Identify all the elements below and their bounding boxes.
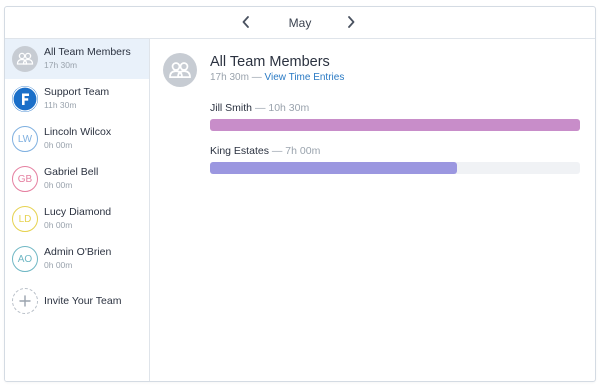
page-title: All Team Members [210, 54, 330, 70]
separator: — [251, 72, 262, 83]
avatar-initials: AO [12, 246, 38, 272]
month-navigator: May [5, 7, 595, 39]
sidebar-item-support-team[interactable]: Support Team 11h 30m [5, 79, 149, 119]
entry-label: King Estates — 7h 00m [210, 145, 580, 157]
team-sidebar: All Team Members 17h 30m Support Team 11… [5, 39, 150, 381]
chevron-left-icon[interactable] [237, 13, 255, 31]
team-detail-panel: All Team Members 17h 30m — View Time Ent… [150, 39, 595, 381]
progress-track [210, 119, 580, 131]
invite-team-button[interactable]: Invite Your Team [5, 279, 149, 323]
member-time: 0h 00m [44, 260, 73, 270]
view-time-entries-link[interactable]: View Time Entries [264, 72, 344, 83]
total-time: 17h 30m [210, 72, 249, 83]
invite-label: Invite Your Team [44, 295, 122, 307]
team-summary: 17h 30m — View Time Entries [210, 72, 344, 83]
chevron-right-icon[interactable] [342, 13, 360, 31]
member-name: Gabriel Bell [44, 166, 99, 178]
progress-track [210, 162, 580, 174]
member-name: All Team Members [44, 46, 131, 58]
sidebar-item-all-team-members[interactable]: All Team Members 17h 30m [5, 39, 149, 79]
member-time: 17h 30m [44, 60, 78, 70]
sidebar-item-lucy-diamond[interactable]: LD Lucy Diamond 0h 00m [5, 199, 149, 239]
separator: — [254, 102, 266, 114]
avatar-initials: LD [12, 206, 38, 232]
group-icon [12, 46, 38, 72]
member-time: 0h 00m [44, 220, 73, 230]
member-name: Lincoln Wilcox [44, 126, 112, 138]
sidebar-item-admin-obrien[interactable]: AO Admin O'Brien 0h 00m [5, 239, 149, 279]
entry-name: Jill Smith [210, 102, 253, 114]
member-name: Lucy Diamond [44, 206, 112, 218]
month-label: May [288, 15, 312, 30]
member-time: 0h 00m [44, 140, 73, 150]
separator: — [271, 145, 283, 157]
member-name: Admin O'Brien [44, 246, 112, 258]
time-entry-row: King Estates — 7h 00m [210, 145, 580, 174]
sidebar-item-gabriel-bell[interactable]: GB Gabriel Bell 0h 00m [5, 159, 149, 199]
sidebar-item-lincoln-wilcox[interactable]: LW Lincoln Wilcox 0h 00m [5, 119, 149, 159]
progress-bar [210, 162, 457, 174]
entry-label: Jill Smith — 10h 30m [210, 102, 580, 114]
entry-time: 10h 30m [268, 102, 310, 114]
group-icon [163, 53, 197, 87]
progress-bar [210, 119, 580, 131]
entry-time: 7h 00m [285, 145, 321, 157]
support-team-logo [12, 86, 38, 112]
member-name: Support Team [44, 86, 110, 98]
member-time: 0h 00m [44, 180, 73, 190]
member-time: 11h 30m [44, 100, 77, 110]
plus-icon [12, 288, 38, 314]
time-entry-row: Jill Smith — 10h 30m [210, 102, 580, 131]
app-window: May All Team Members 17h 30m Support Tea… [4, 6, 596, 382]
avatar-initials: LW [12, 126, 38, 152]
avatar-initials: GB [12, 166, 38, 192]
entry-name: King Estates [210, 145, 269, 157]
